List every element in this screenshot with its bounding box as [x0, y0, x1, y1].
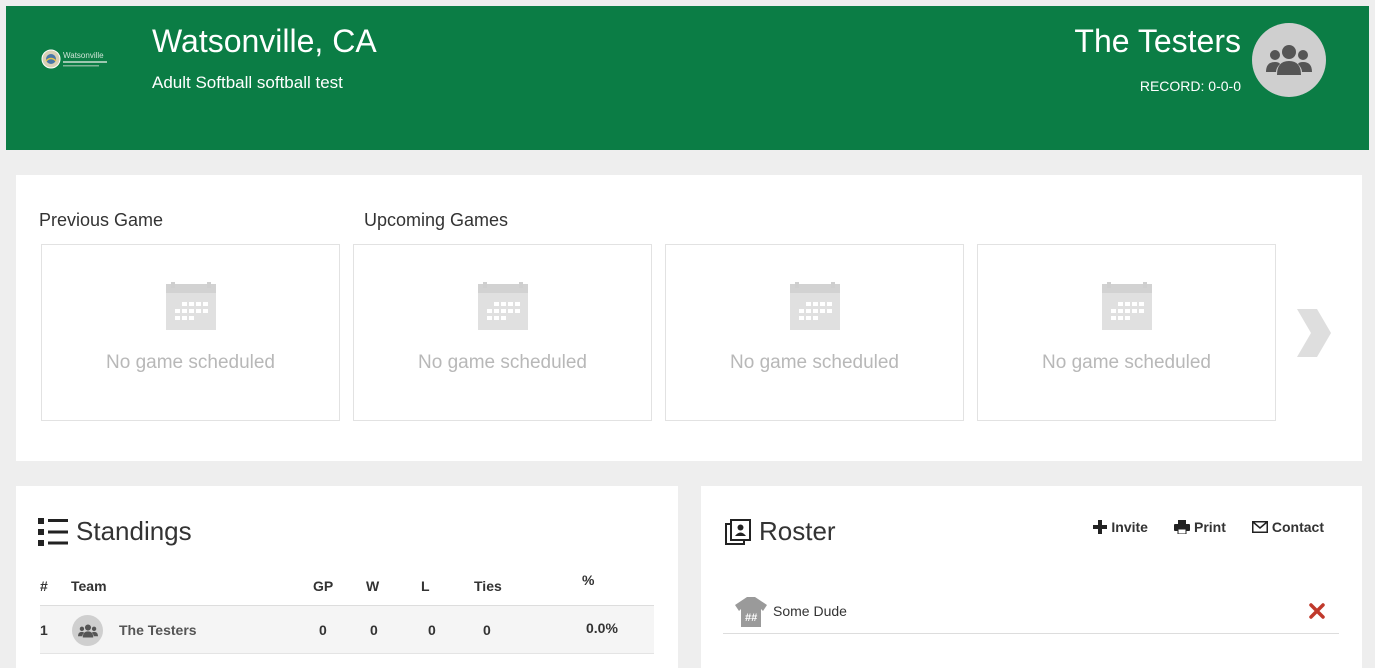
- row-rank: 1: [40, 622, 48, 638]
- print-label: Print: [1193, 519, 1226, 535]
- invite-button[interactable]: Invite: [1093, 519, 1148, 535]
- player-name[interactable]: Some Dude: [773, 603, 1307, 619]
- row-pct: 0.0%: [586, 620, 618, 636]
- col-w: W: [366, 578, 380, 594]
- roster-actions: Invite Print Contact: [1067, 519, 1324, 535]
- league-logo: Watsonville: [41, 49, 107, 69]
- contact-button[interactable]: Contact: [1251, 519, 1324, 535]
- calendar-icon: [1101, 282, 1152, 330]
- table-row[interactable]: 1 The Testers 0 0 0 0 0.0%: [40, 606, 654, 654]
- upcoming-game-box[interactable]: No game scheduled: [353, 244, 652, 421]
- portrait-icon: [725, 518, 751, 545]
- print-icon: [1173, 520, 1190, 534]
- league-title: Watsonville, CA: [152, 23, 377, 59]
- jersey-icon: ##: [735, 596, 767, 627]
- col-pct: %: [582, 572, 595, 588]
- row-w: 0: [370, 622, 378, 638]
- col-ties: Ties: [474, 578, 502, 594]
- calendar-icon: [477, 282, 528, 330]
- col-l: L: [421, 578, 430, 594]
- previous-game-label: Previous Game: [39, 210, 164, 230]
- contact-label: Contact: [1271, 519, 1324, 535]
- upcoming-games-label: Upcoming Games: [364, 210, 509, 230]
- no-game-text: No game scheduled: [106, 352, 275, 373]
- standings-header-row: # Team GP W L Ties %: [40, 566, 654, 606]
- users-icon: [1266, 45, 1312, 75]
- standings-heading: Standings: [38, 516, 192, 547]
- games-card: Previous Game Upcoming Games No game sch…: [16, 175, 1362, 461]
- chevron-right-icon[interactable]: [1293, 305, 1333, 361]
- no-game-text: No game scheduled: [730, 352, 899, 373]
- close-icon[interactable]: [1307, 601, 1327, 621]
- standings-title: Standings: [76, 516, 192, 546]
- roster-card: Roster Invite Print Contact ## Some Dude: [701, 486, 1362, 668]
- standings-table: # Team GP W L Ties % 1 The Testers 0 0 0…: [40, 566, 654, 654]
- col-gp: GP: [313, 578, 334, 594]
- list-icon: [38, 517, 68, 546]
- team-title: The Testers: [1074, 23, 1241, 59]
- calendar-icon: [165, 282, 216, 330]
- roster-heading: Roster: [725, 516, 836, 547]
- svg-text:##: ##: [745, 612, 758, 624]
- users-icon: [77, 623, 98, 638]
- plus-icon: [1093, 520, 1108, 534]
- team-avatar: [72, 615, 103, 646]
- calendar-icon: [789, 282, 840, 330]
- invite-label: Invite: [1111, 519, 1148, 535]
- page-header: Watsonville Watsonville, CA Adult Softba…: [6, 6, 1369, 150]
- col-team: Team: [71, 578, 107, 594]
- team-record: RECORD: 0-0-0: [1139, 78, 1241, 94]
- league-subtitle: Adult Softball softball test: [152, 73, 343, 92]
- no-game-text: No game scheduled: [1042, 352, 1211, 373]
- envelope-icon: [1251, 521, 1268, 533]
- roster-title: Roster: [759, 516, 836, 546]
- no-game-text: No game scheduled: [418, 352, 587, 373]
- svg-text:Watsonville: Watsonville: [63, 51, 104, 60]
- row-team-link[interactable]: The Testers: [119, 622, 197, 638]
- team-avatar[interactable]: [1252, 23, 1326, 97]
- previous-game-box[interactable]: No game scheduled: [41, 244, 340, 421]
- print-button[interactable]: Print: [1173, 519, 1226, 535]
- upcoming-game-box[interactable]: No game scheduled: [977, 244, 1276, 421]
- standings-card: Standings # Team GP W L Ties % 1 The Tes…: [16, 486, 678, 668]
- col-rank: #: [40, 578, 48, 594]
- row-ties: 0: [483, 622, 491, 638]
- row-l: 0: [428, 622, 436, 638]
- upcoming-game-box[interactable]: No game scheduled: [665, 244, 964, 421]
- row-gp: 0: [319, 622, 327, 638]
- list-item[interactable]: ## Some Dude: [723, 588, 1339, 634]
